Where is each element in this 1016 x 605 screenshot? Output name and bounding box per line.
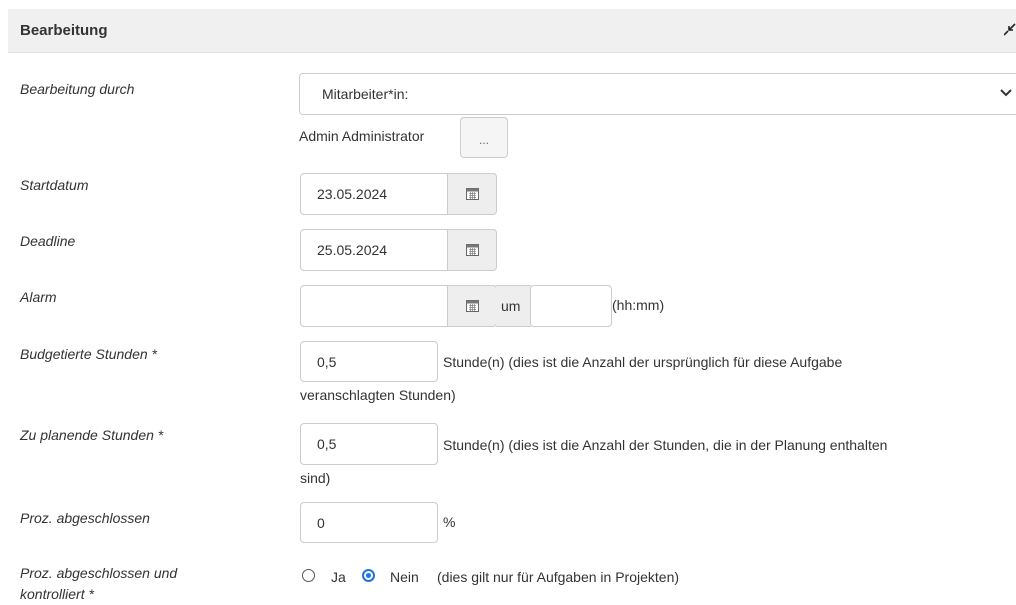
label-zu-planende-stunden: Zu planende Stunden * [20, 427, 164, 443]
calendar-icon [466, 188, 479, 200]
proz-abgeschlossen-input[interactable]: 0 [300, 502, 438, 543]
deadline-input[interactable]: 25.05.2024 [300, 229, 448, 271]
startdatum-value: 23.05.2024 [317, 186, 388, 202]
label-bearbeitung-durch: Bearbeitung durch [20, 81, 135, 97]
alarm-time-input[interactable] [530, 285, 612, 327]
budgetierte-stunden-help-cont: veranschlagten Stunden) [300, 387, 456, 403]
budgetierte-stunden-value: 0,5 [317, 354, 337, 370]
deadline-value: 25.05.2024 [317, 242, 388, 258]
label-startdatum: Startdatum [20, 177, 89, 193]
calendar-icon [466, 300, 479, 312]
label-budgetierte-stunden: Budgetierte Stunden * [20, 346, 157, 362]
zu-planende-stunden-input[interactable]: 0,5 [300, 423, 438, 465]
budgetierte-stunden-input[interactable]: 0,5 [300, 341, 438, 382]
select-value: Mitarbeiter*in: [322, 86, 409, 102]
radio-nein[interactable] [362, 569, 375, 582]
assignee-name: Admin Administrator [299, 128, 425, 144]
section-header: Bearbeitung [8, 9, 1016, 53]
startdatum-input[interactable]: 23.05.2024 [300, 173, 448, 215]
um-addon: um [496, 285, 531, 327]
label-proz-abgeschlossen: Proz. abgeschlossen [20, 510, 150, 526]
um-label: um [501, 298, 521, 314]
zu-planende-stunden-help: Stunde(n) (dies ist die Anzahl der Stund… [443, 437, 888, 453]
time-format-hint: (hh:mm) [612, 297, 665, 313]
assignee-type-select[interactable]: Mitarbeiter*in: [299, 73, 1016, 115]
label-proz-kontrolliert-line2: kontrolliert * [20, 586, 94, 602]
label-proz-kontrolliert-line1: Proz. abgeschlossen und [20, 565, 178, 581]
section-title: Bearbeitung [20, 22, 108, 39]
collapse-icon[interactable] [1004, 23, 1016, 37]
radio-ja[interactable] [302, 569, 315, 582]
zu-planende-stunden-value: 0,5 [317, 436, 337, 452]
budgetierte-stunden-help: Stunde(n) (dies ist die Anzahl der urspr… [443, 354, 843, 370]
label-deadline: Deadline [20, 233, 76, 249]
percent-unit: % [443, 514, 456, 530]
deadline-calendar-button[interactable] [447, 229, 497, 271]
radio-ja-label[interactable]: Ja [331, 569, 346, 585]
startdatum-calendar-button[interactable] [447, 173, 497, 215]
radio-nein-label[interactable]: Nein [390, 569, 419, 585]
chevron-down-icon [1000, 89, 1012, 97]
proz-abgeschlossen-value: 0 [317, 515, 325, 531]
zu-planende-stunden-help-cont: sind) [300, 470, 331, 486]
assignee-picker-button[interactable]: ... [460, 117, 508, 158]
alarm-date-input[interactable] [300, 285, 448, 327]
label-proz-kontrolliert: Proz. abgeschlossen und kontrolliert * [20, 563, 177, 605]
label-alarm: Alarm [20, 289, 57, 305]
kontrolliert-note: (dies gilt nur für Aufgaben in Projekten… [437, 569, 680, 585]
calendar-icon [466, 244, 479, 256]
alarm-calendar-button[interactable] [447, 285, 497, 327]
